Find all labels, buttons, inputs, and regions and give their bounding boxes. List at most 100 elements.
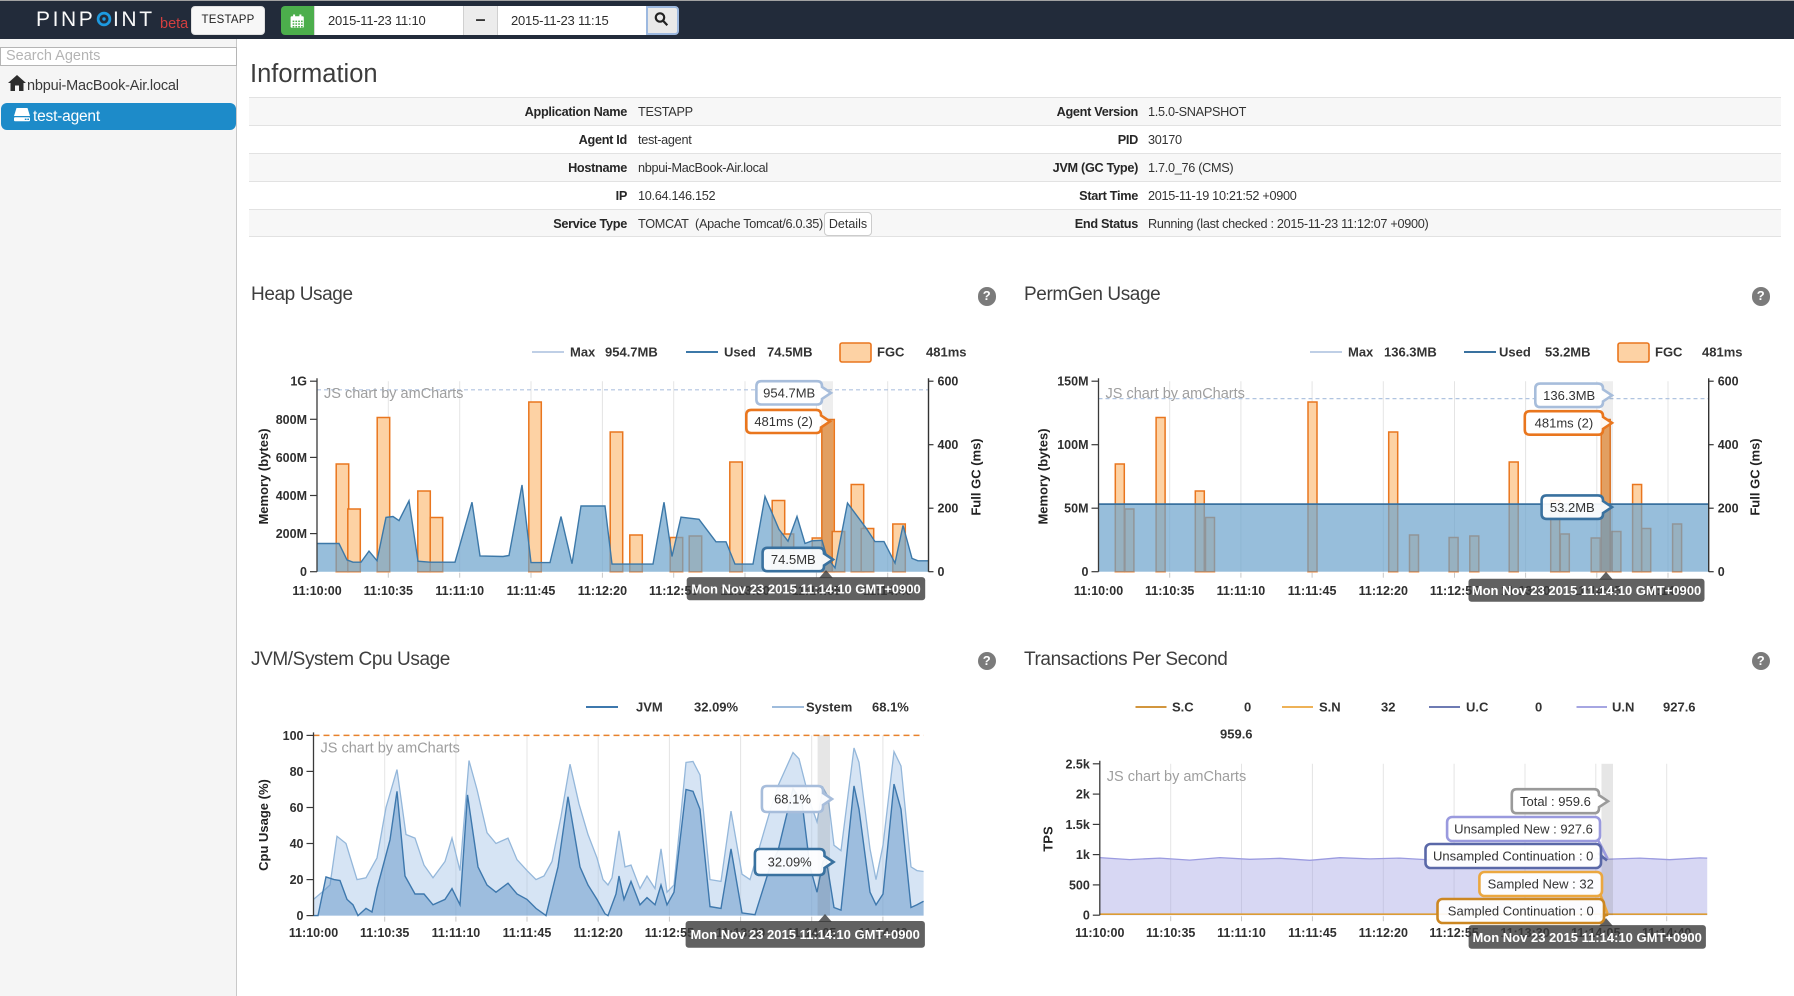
svg-text:74.5MB: 74.5MB [771,552,816,567]
svg-text:Mon Nov 23 2015 11:14:10 GMT+0: Mon Nov 23 2015 11:14:10 GMT+0900 [691,582,920,597]
svg-text:1.5k: 1.5k [1065,818,1089,832]
svg-text:400M: 400M [276,489,307,503]
svg-text:Mon Nov 23 2015 11:14:10 GMT+0: Mon Nov 23 2015 11:14:10 GMT+0900 [690,927,919,942]
svg-text:0: 0 [300,565,307,579]
svg-text:800M: 800M [276,413,307,427]
svg-text:11:11:10: 11:11:10 [435,584,484,598]
svg-text:1k: 1k [1076,848,1090,862]
svg-text:600M: 600M [276,451,307,465]
svg-text:11:12:20: 11:12:20 [1359,926,1408,940]
svg-text:600: 600 [1718,375,1739,389]
svg-text:2.5k: 2.5k [1065,757,1089,771]
svg-text:954.7MB: 954.7MB [763,386,815,401]
svg-text:0: 0 [1535,700,1542,715]
svg-text:481ms: 481ms [926,345,966,360]
svg-text:11:11:45: 11:11:45 [507,584,556,598]
svg-text:68.1%: 68.1% [774,792,811,807]
svg-text:136.3MB: 136.3MB [1384,345,1437,360]
svg-text:11:10:00: 11:10:00 [1075,926,1124,940]
svg-text:Max: Max [570,345,596,360]
svg-text:11:10:00: 11:10:00 [1074,584,1123,598]
svg-text:11:10:35: 11:10:35 [364,584,413,598]
svg-text:481ms: 481ms [1702,345,1742,360]
svg-text:JVM: JVM [636,700,663,715]
svg-text:60: 60 [290,801,304,815]
svg-text:150M: 150M [1057,375,1088,389]
svg-text:Mon Nov 23 2015 11:14:10 GMT+0: Mon Nov 23 2015 11:14:10 GMT+0900 [1472,930,1701,945]
svg-text:Sampled New : 32: Sampled New : 32 [1488,877,1594,892]
svg-text:JS chart by amCharts: JS chart by amCharts [321,740,460,756]
svg-text:Mon Nov 23 2015 11:14:10 GMT+0: Mon Nov 23 2015 11:14:10 GMT+0900 [1472,583,1701,598]
svg-text:FGC: FGC [877,345,905,360]
svg-text:JS chart by amCharts: JS chart by amCharts [1107,769,1246,785]
svg-text:136.3MB: 136.3MB [1543,388,1595,403]
svg-text:200: 200 [938,502,959,516]
svg-text:Total : 959.6: Total : 959.6 [1520,794,1591,809]
svg-text:32: 32 [1381,700,1395,715]
svg-text:Sampled Continuation : 0: Sampled Continuation : 0 [1448,904,1594,919]
svg-text:50M: 50M [1064,502,1088,516]
svg-text:0: 0 [1083,909,1090,923]
svg-text:Unsampled New : 927.6: Unsampled New : 927.6 [1454,822,1593,837]
svg-text:S.N: S.N [1319,700,1341,715]
svg-text:System: System [806,700,852,715]
svg-text:11:11:10: 11:11:10 [432,926,481,940]
svg-text:20: 20 [290,873,304,887]
svg-text:Full GC (ms): Full GC (ms) [1748,438,1763,515]
svg-text:200M: 200M [276,527,307,541]
svg-text:500: 500 [1069,878,1090,892]
svg-text:11:11:45: 11:11:45 [503,926,552,940]
svg-text:Full GC (ms): Full GC (ms) [969,438,984,515]
svg-text:400: 400 [938,438,959,452]
svg-text:32.09%: 32.09% [768,855,813,870]
svg-text:600: 600 [938,375,959,389]
svg-text:11:11:10: 11:11:10 [1217,584,1266,598]
svg-text:Used: Used [724,345,756,360]
svg-text:0: 0 [1244,700,1251,715]
svg-text:11:10:35: 11:10:35 [360,926,409,940]
svg-text:U.N: U.N [1612,700,1634,715]
svg-text:Cpu Usage (%): Cpu Usage (%) [256,779,271,871]
svg-text:53.2MB: 53.2MB [1545,345,1591,360]
svg-text:68.1%: 68.1% [872,700,909,715]
svg-text:200: 200 [1718,502,1739,516]
svg-text:FGC: FGC [1655,345,1683,360]
svg-text:53.2MB: 53.2MB [1550,500,1595,515]
svg-text:11:10:35: 11:10:35 [1145,584,1194,598]
svg-text:JS chart by amCharts: JS chart by amCharts [324,386,463,402]
svg-text:S.C: S.C [1172,700,1194,715]
svg-text:100: 100 [283,729,304,743]
svg-text:11:10:35: 11:10:35 [1146,926,1195,940]
svg-text:0: 0 [938,565,945,579]
svg-text:11:10:00: 11:10:00 [289,926,338,940]
svg-text:JS chart by amCharts: JS chart by amCharts [1106,386,1245,402]
svg-text:11:10:00: 11:10:00 [292,584,341,598]
svg-text:Unsampled Continuation : 0: Unsampled Continuation : 0 [1433,849,1593,864]
svg-text:TPS: TPS [1041,826,1056,852]
svg-text:11:12:20: 11:12:20 [1359,584,1408,598]
svg-text:959.6: 959.6 [1220,727,1253,742]
svg-text:Max: Max [1348,345,1374,360]
svg-text:100M: 100M [1057,438,1088,452]
svg-text:Memory (bytes): Memory (bytes) [256,428,271,524]
svg-text:481ms (2): 481ms (2) [754,414,813,429]
svg-text:U.C: U.C [1466,700,1489,715]
svg-text:11:11:10: 11:11:10 [1217,926,1266,940]
svg-text:0: 0 [1718,565,1725,579]
svg-text:80: 80 [290,765,304,779]
svg-text:Memory (bytes): Memory (bytes) [1036,428,1051,524]
svg-text:11:11:45: 11:11:45 [1288,926,1337,940]
svg-text:11:11:45: 11:11:45 [1288,584,1337,598]
svg-text:2k: 2k [1076,788,1090,802]
svg-text:0: 0 [1082,565,1089,579]
svg-text:11:12:20: 11:12:20 [574,926,623,940]
svg-text:Used: Used [1499,345,1531,360]
svg-text:11:12:20: 11:12:20 [578,584,627,598]
svg-text:40: 40 [290,837,304,851]
svg-text:1G: 1G [290,375,307,389]
svg-text:32.09%: 32.09% [694,700,739,715]
svg-text:400: 400 [1718,438,1739,452]
svg-text:481ms (2): 481ms (2) [1535,416,1594,431]
svg-text:954.7MB: 954.7MB [605,345,658,360]
svg-text:0: 0 [297,909,304,923]
